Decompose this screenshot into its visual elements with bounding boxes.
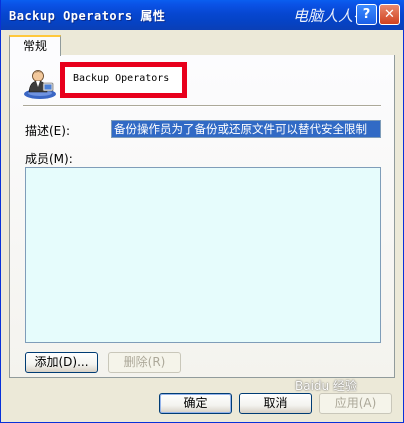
group-name-field[interactable]: Backup Operators bbox=[73, 73, 169, 84]
cancel-button[interactable]: 取消 bbox=[239, 393, 312, 414]
tab-general[interactable]: 常规 bbox=[9, 35, 61, 56]
description-label: 描述(E): bbox=[25, 124, 70, 138]
close-button[interactable]: ✕ bbox=[379, 4, 400, 25]
members-list[interactable] bbox=[25, 167, 381, 343]
window-title: Backup Operators 属性 bbox=[9, 9, 166, 23]
apply-button[interactable]: 应用(A) bbox=[319, 393, 392, 414]
group-name-highlight: Backup Operators bbox=[60, 62, 187, 98]
separator bbox=[23, 105, 381, 107]
title-bar[interactable]: Backup Operators 属性 电脑人人有 ? ✕ bbox=[1, 0, 404, 30]
watermark-bottom: Baidu 经验 bbox=[295, 379, 357, 393]
user-group-icon bbox=[24, 70, 56, 99]
add-member-button[interactable]: 添加(D)... bbox=[25, 352, 98, 373]
description-value: 备份操作员为了备份或还原文件可以替代安全限制 bbox=[112, 121, 380, 137]
members-label: 成员(M): bbox=[25, 152, 73, 166]
help-button[interactable]: ? bbox=[356, 4, 377, 25]
description-input[interactable]: 备份操作员为了备份或还原文件可以替代安全限制 bbox=[111, 120, 381, 138]
properties-dialog: Backup Operators 属性 电脑人人有 ? ✕ 常规 Backup … bbox=[0, 0, 404, 423]
ok-button[interactable]: 确定 bbox=[159, 393, 232, 414]
remove-member-button[interactable]: 删除(R) bbox=[108, 352, 181, 373]
